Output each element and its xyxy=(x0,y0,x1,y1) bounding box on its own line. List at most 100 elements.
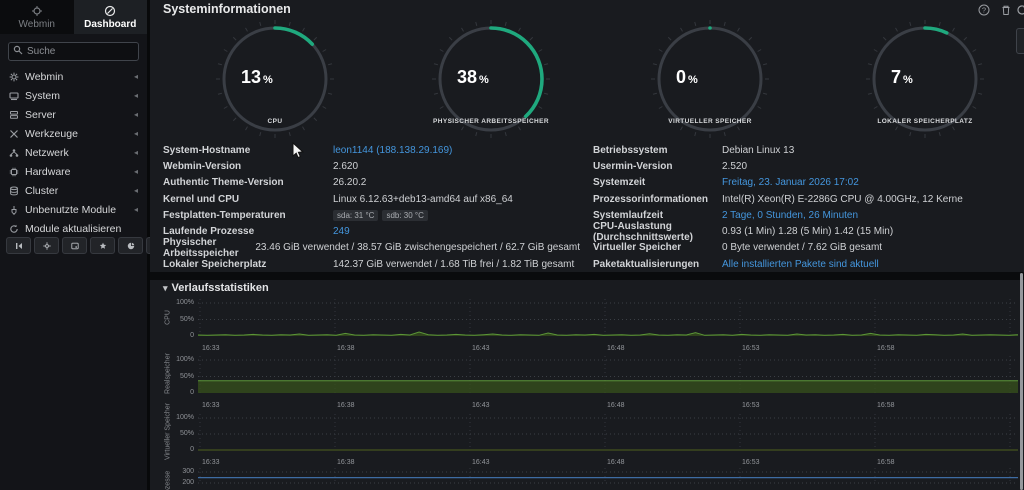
network-icon xyxy=(9,148,25,158)
webmin-dashboard: Webmin Dashboard Webmin ◂ System ◂ xyxy=(0,0,1024,490)
chart-xtick-label: 16:53 xyxy=(742,459,760,466)
sidebar-item-werkzeuge[interactable]: Werkzeuge ◂ xyxy=(0,124,147,143)
favorites-button[interactable] xyxy=(90,237,115,254)
gear-icon xyxy=(43,242,51,250)
sidebar-item-label: Netzwerk xyxy=(25,147,69,159)
chart-ytick-label: 200 xyxy=(160,479,194,486)
sidebar-item-label: Hardware xyxy=(25,166,71,178)
chevron-left-icon: ◂ xyxy=(134,205,138,214)
chart-xtick-label: 16:38 xyxy=(337,402,355,409)
info-row-usermin-version: Usermin-Version2.520 xyxy=(580,158,1024,174)
info-row-cpu-info: ProzessorinformationenIntel(R) Xeon(R) E… xyxy=(580,191,1024,207)
chart-xtick-label: 16:33 xyxy=(202,345,220,352)
chart-ytick-label: 50% xyxy=(160,373,194,380)
hostname-link[interactable]: leon1144 (188.138.29.169) xyxy=(333,145,452,156)
info-row-kernel: Kernel und CPULinux 6.12.63+deb13-amd64 … xyxy=(150,191,580,207)
chevron-left-icon: ◂ xyxy=(134,110,138,119)
sidebar-item-label: Module aktualisieren xyxy=(25,223,121,235)
sysinfo-button[interactable] xyxy=(62,237,87,254)
chart-xtick-label: 16:33 xyxy=(202,459,220,466)
chart-xtick-label: 16:58 xyxy=(877,402,895,409)
chart-xtick-label: 16:48 xyxy=(607,345,625,352)
chart-ytick-label: 100% xyxy=(160,414,194,421)
svg-text:?: ? xyxy=(982,6,986,15)
system-time-link[interactable]: Freitag, 23. Januar 2026 17:02 xyxy=(722,177,859,188)
chart-ytick-label: 0 xyxy=(160,389,194,396)
history-stats-title: Verlaufsstatistiken xyxy=(172,282,269,294)
scrollbar-thumb[interactable] xyxy=(1020,273,1023,490)
chart-xtick-label: 16:58 xyxy=(877,459,895,466)
chevron-left-icon: ◂ xyxy=(134,129,138,138)
chevron-left-icon: ◂ xyxy=(134,186,138,195)
sidebar-item-label: Unbenutzte Module xyxy=(25,204,116,216)
chart-xtick-label: 16:33 xyxy=(202,402,220,409)
info-row-local-disk: Lokaler Speicherplatz142.37 GiB verwende… xyxy=(150,256,580,272)
gauge-physical-memory: 38% PHYSISCHER ARBEITSSPEICHER xyxy=(429,17,553,141)
search-icon xyxy=(13,45,23,55)
search-input[interactable] xyxy=(8,42,139,61)
database-icon xyxy=(9,186,25,196)
trash-icon[interactable] xyxy=(1000,4,1012,16)
tab-webmin-label: Webmin xyxy=(19,19,56,30)
sidebar-item-module-aktualisieren[interactable]: Module aktualisieren xyxy=(0,219,147,238)
info-row-hostname: System-Hostnameleon1144 (188.138.29.169) xyxy=(150,142,580,158)
info-row-theme-version: Authentic Theme-Version26.20.2 xyxy=(150,175,580,191)
sidebar-item-server[interactable]: Server ◂ xyxy=(0,105,147,124)
main-content: Systeminformationen ? 13% CPU 38% PHYSIS… xyxy=(150,0,1024,490)
sidebar-item-unbenutzte-module[interactable]: Unbenutzte Module ◂ xyxy=(0,200,147,219)
sidebar-item-label: Werkzeuge xyxy=(25,128,78,140)
chart-ytick-label: 0 xyxy=(160,332,194,339)
sidebar-item-netzwerk[interactable]: Netzwerk ◂ xyxy=(0,143,147,162)
pie-chart-icon xyxy=(127,242,135,250)
chevron-left-icon: ◂ xyxy=(134,167,138,176)
system-info-left-column: System-Hostnameleon1144 (188.138.29.169)… xyxy=(150,142,580,272)
chart-ytick-label: 50% xyxy=(160,316,194,323)
stats-button[interactable] xyxy=(118,237,143,254)
svg-text:38%: 38% xyxy=(457,67,489,87)
plug-icon xyxy=(9,205,25,215)
gauge-cpu: 13% CPU xyxy=(213,17,337,141)
side-panel-toggle-button[interactable] xyxy=(1016,28,1024,54)
info-row-virtual-memory: Virtueller Speicher0 Byte verwendet / 7.… xyxy=(580,240,1024,256)
section-separator xyxy=(150,272,1024,280)
server-icon xyxy=(9,110,25,120)
refresh-icon[interactable] xyxy=(1016,4,1024,16)
history-stats-header[interactable]: ▾Verlaufsstatistiken xyxy=(163,282,269,294)
settings-button[interactable] xyxy=(34,237,59,254)
svg-text:PHYSISCHER ARBEITSSPEICHER: PHYSISCHER ARBEITSSPEICHER xyxy=(433,118,549,125)
dashboard-gauge-icon xyxy=(104,5,116,17)
chart-xtick-label: 16:53 xyxy=(742,402,760,409)
info-row-load-average: CPU-Auslastung (Durchschnittswerte)0.93 … xyxy=(580,223,1024,239)
svg-text:0%: 0% xyxy=(676,67,698,87)
collapse-sidebar-button[interactable] xyxy=(6,237,31,254)
sidebar-item-label: Server xyxy=(25,109,56,121)
sidebar-item-webmin[interactable]: Webmin ◂ xyxy=(0,67,147,86)
sidebar-item-system[interactable]: System ◂ xyxy=(0,86,147,105)
tab-webmin[interactable]: Webmin xyxy=(0,0,74,34)
svg-text:13%: 13% xyxy=(241,67,273,87)
chart-ytick-label: 100% xyxy=(160,356,194,363)
sidebar-item-hardware[interactable]: Hardware ◂ xyxy=(0,162,147,181)
sidebar-item-label: Cluster xyxy=(25,185,58,197)
svg-text:7%: 7% xyxy=(891,67,913,87)
tab-dashboard[interactable]: Dashboard xyxy=(74,0,148,34)
package-updates-link[interactable]: Alle installierten Pakete sind aktuell xyxy=(722,259,879,270)
help-icon[interactable]: ? xyxy=(978,4,990,16)
chart-ytick-label: 50% xyxy=(160,430,194,437)
chart-xtick-label: 16:43 xyxy=(472,402,490,409)
chevron-left-icon: ◂ xyxy=(134,148,138,157)
refresh-icon xyxy=(9,224,25,234)
process-count-link[interactable]: 249 xyxy=(333,226,350,237)
disk-temp-badge-sdb: sdb: 30 °C xyxy=(382,210,427,221)
svg-text:VIRTUELLER SPEICHER: VIRTUELLER SPEICHER xyxy=(668,118,751,125)
sidebar-item-cluster[interactable]: Cluster ◂ xyxy=(0,181,147,200)
star-icon xyxy=(99,242,107,250)
chip-icon xyxy=(9,167,25,177)
chart-xtick-label: 16:43 xyxy=(472,459,490,466)
uptime-link[interactable]: 2 Tage, 0 Stunden, 26 Minuten xyxy=(722,210,858,221)
chart-xtick-label: 16:58 xyxy=(877,345,895,352)
collapse-icon xyxy=(15,242,23,250)
sidebar-tabs: Webmin Dashboard xyxy=(0,0,147,34)
gauge-virtual-memory: 0% VIRTUELLER SPEICHER xyxy=(648,17,772,141)
chart-ytick-label: 100% xyxy=(160,299,194,306)
